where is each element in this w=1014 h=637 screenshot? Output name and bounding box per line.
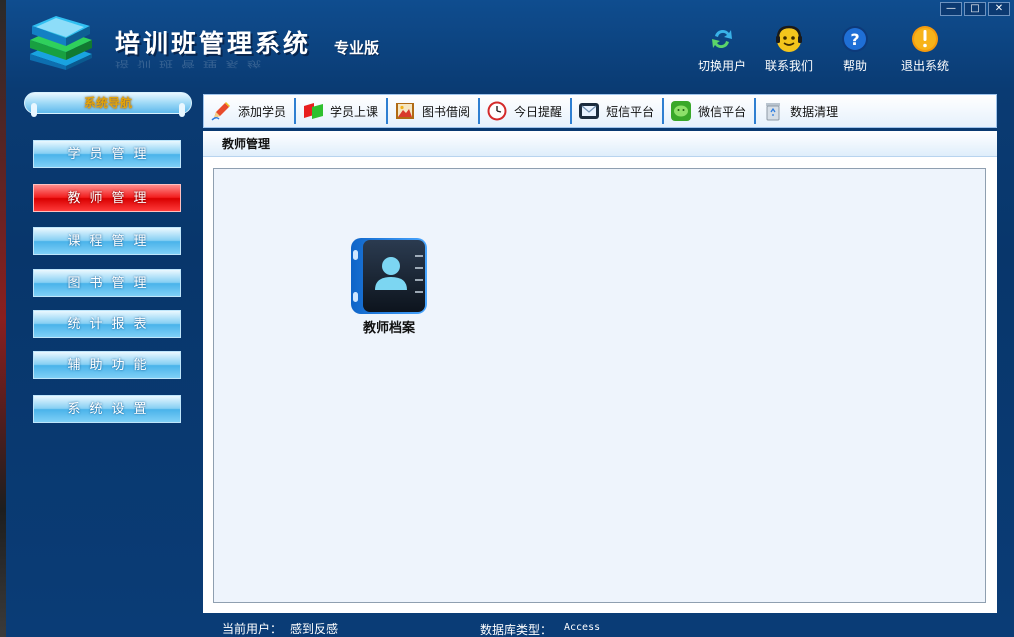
teacher-archive-module[interactable]: 教师档案 [344, 236, 434, 336]
app-title-reflection: 培训班管理系统 [115, 58, 269, 69]
wechat-platform-label: 微信平台 [698, 104, 747, 119]
sidebar-title-label: 系统导航 [83, 96, 132, 110]
app-edition: 专业版 [334, 39, 380, 57]
sidebar-title: 系统导航 [24, 92, 192, 117]
books-logo-icon [30, 16, 92, 70]
header-actions: 切换用户 联系我们 ? 帮助 退出系统 [690, 24, 964, 74]
exit-icon [912, 26, 938, 52]
app-window: 培训班管理系统 培训班管理系统 专业版 — □ ✕ 切换用户 联系我们 ? 帮助… [0, 0, 1014, 637]
data-cleanup-button[interactable]: 数据清理 [756, 98, 846, 124]
panel-title: 教师管理 [203, 131, 997, 157]
today-reminder-label: 今日提醒 [514, 104, 563, 119]
sidebar-item-student-management[interactable]: 学员管理 [33, 140, 181, 168]
contact-us-button[interactable]: 联系我们 [756, 24, 822, 74]
navigation-sidebar: 系统导航 学员管理 教师管理 课程管理 图书管理 统计报表 辅助功能 系统设置 [14, 88, 198, 614]
nav-header-left-post [31, 103, 37, 117]
exit-label: 退出系统 [900, 59, 949, 73]
help-button[interactable]: ? 帮助 [824, 24, 886, 74]
current-user-label: 当前用户： [222, 622, 283, 636]
contact-us-label: 联系我们 [764, 59, 813, 73]
recycle-bin-icon [766, 103, 781, 121]
module-area: 教师档案 [213, 168, 986, 603]
quick-toolbar: 添加学员 学员上课 图书借阅 今日提醒 短信平台 微信平台 数据清理 [203, 94, 997, 128]
svg-text:?: ? [850, 30, 859, 49]
sms-platform-button[interactable]: 短信平台 [572, 98, 665, 124]
window-left-edge [0, 0, 6, 637]
book-borrow-label: 图书借阅 [422, 104, 471, 119]
close-button[interactable]: ✕ [988, 2, 1010, 16]
contact-us-icon [776, 25, 802, 52]
book-icon [396, 103, 415, 119]
exit-button[interactable]: 退出系统 [888, 24, 962, 74]
database-type-label: 数据库类型： [480, 623, 553, 637]
minimize-button[interactable]: — [940, 2, 962, 16]
add-student-label: 添加学员 [238, 104, 287, 119]
today-reminder-button[interactable]: 今日提醒 [480, 98, 573, 124]
student-class-label: 学员上课 [330, 104, 379, 119]
status-bar: 当前用户： 感到反感 数据库类型： Access [0, 616, 1014, 637]
wechat-platform-button[interactable]: 微信平台 [664, 98, 757, 124]
flag-icon [304, 103, 324, 119]
switch-user-label: 切换用户 [697, 59, 746, 73]
app-header: 培训班管理系统 培训班管理系统 专业版 — □ ✕ 切换用户 联系我们 ? 帮助… [0, 0, 1014, 86]
sidebar-item-teacher-management[interactable]: 教师管理 [33, 184, 181, 212]
sidebar-item-auxiliary-functions[interactable]: 辅助功能 [33, 351, 181, 379]
wechat-icon [671, 101, 692, 121]
current-user-value: 感到反感 [290, 622, 339, 636]
maximize-button[interactable]: □ [964, 2, 986, 16]
main-panel: 教师管理 教师档案 [203, 131, 997, 613]
sidebar-item-statistics-reports[interactable]: 统计报表 [33, 310, 181, 338]
data-cleanup-label: 数据清理 [790, 104, 839, 119]
student-class-button[interactable]: 学员上课 [296, 98, 389, 124]
switch-user-button[interactable]: 切换用户 [690, 24, 754, 74]
window-controls: — □ ✕ [940, 2, 1010, 16]
teacher-archive-label: 教师档案 [362, 321, 415, 336]
clock-icon [487, 101, 507, 121]
nav-header-right-post [179, 103, 185, 117]
sidebar-item-course-management[interactable]: 课程管理 [33, 227, 181, 255]
database-type-value: Access [564, 622, 601, 633]
envelope-icon [579, 103, 600, 119]
contact-book-icon [351, 238, 427, 314]
add-student-button[interactable]: 添加学员 [204, 98, 297, 124]
switch-user-icon [712, 29, 732, 49]
sms-platform-label: 短信平台 [606, 104, 655, 119]
sidebar-item-book-management[interactable]: 图书管理 [33, 269, 181, 297]
help-icon: ? [842, 26, 868, 52]
sidebar-item-system-settings[interactable]: 系统设置 [33, 395, 181, 423]
book-borrow-button[interactable]: 图书借阅 [388, 98, 481, 124]
pen-icon [211, 102, 230, 121]
help-label: 帮助 [842, 59, 867, 73]
